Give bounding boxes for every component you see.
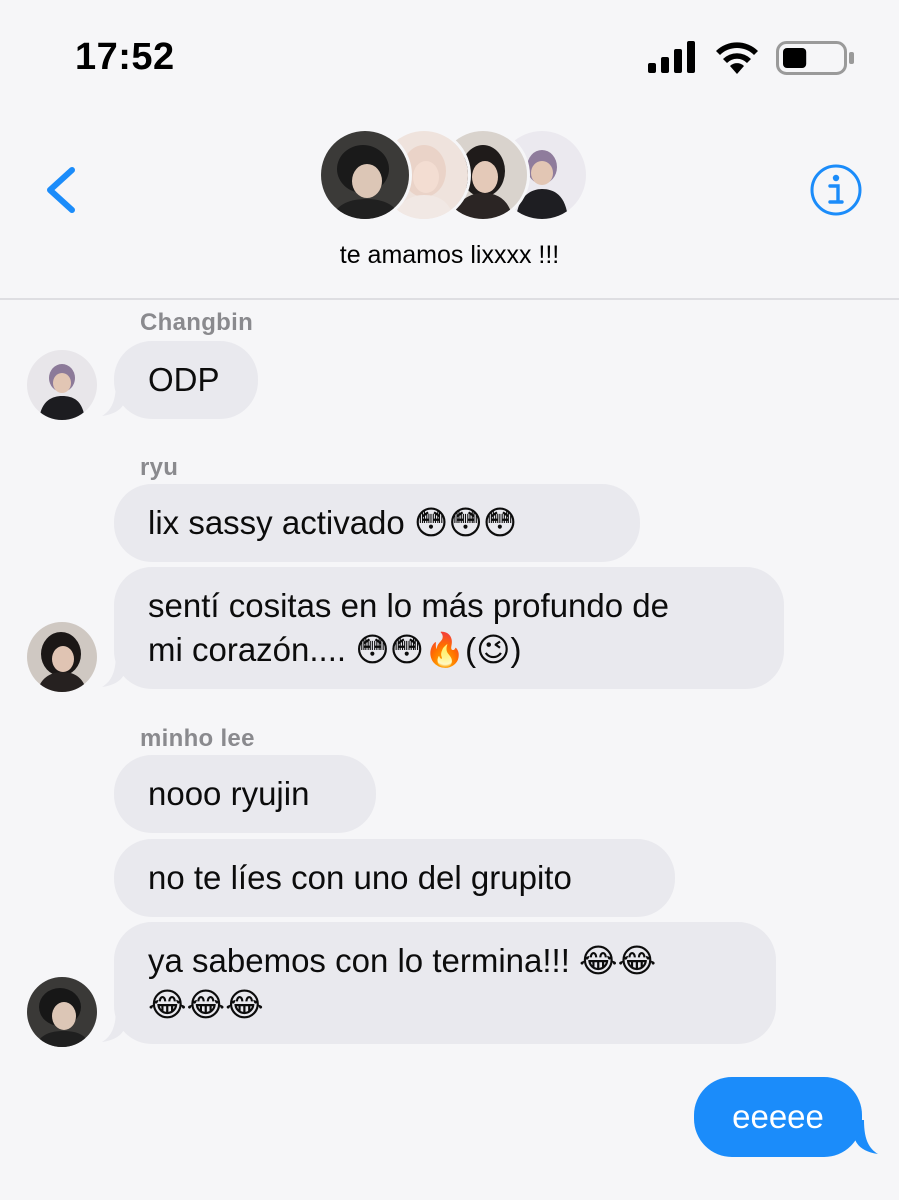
message-text: ODP xyxy=(148,361,220,398)
message-bubble-outgoing[interactable]: eeeee xyxy=(694,1077,862,1157)
sender-name-minho-lee: minho lee xyxy=(140,725,255,752)
group-avatar-1 xyxy=(318,128,412,222)
message-text: eeeee xyxy=(732,1098,824,1135)
message-bubble[interactable]: ya sabemos con lo termina!!! 😂😂 😂😂😂 xyxy=(114,922,776,1044)
group-avatars[interactable] xyxy=(318,128,589,222)
avatar-changbin[interactable] xyxy=(27,350,97,420)
message-text-line-1: ya sabemos con lo termina!!! 😂😂 xyxy=(148,942,657,979)
avatar-minho-lee[interactable] xyxy=(27,977,97,1047)
message-text: lix sassy activado 😳😳😳 xyxy=(148,504,518,541)
message-bubble[interactable]: nooo ryujin xyxy=(114,755,376,833)
group-name[interactable]: te amamos lixxxx !!! xyxy=(0,241,899,270)
sender-name-ryu: ryu xyxy=(140,454,179,481)
message-bubble[interactable]: lix sassy activado 😳😳😳 xyxy=(114,484,640,562)
message-text-line-2: mi corazón.... 😳😳🔥(😉) xyxy=(148,631,522,668)
battery-icon xyxy=(776,41,854,75)
message-text: nooo ryujin xyxy=(148,775,310,812)
avatar-ryu[interactable] xyxy=(27,622,97,692)
status-bar: 17:52 xyxy=(0,0,899,110)
message-bubble[interactable]: no te líes con uno del grupito xyxy=(114,839,675,917)
message-text-line-1: sentí cositas en lo más profundo de xyxy=(148,587,669,624)
status-time: 17:52 xyxy=(75,36,175,78)
wifi-icon xyxy=(716,42,758,74)
sender-name-changbin: Changbin xyxy=(140,309,254,336)
chevron-left-icon[interactable] xyxy=(38,162,88,218)
cellular-signal-icon xyxy=(648,41,695,73)
info-icon[interactable] xyxy=(808,162,864,218)
message-bubble[interactable]: sentí cositas en lo más profundo de mi c… xyxy=(114,567,784,689)
conversation-header: te amamos lixxxx !!! xyxy=(0,110,899,300)
message-bubble[interactable]: ODP xyxy=(114,341,258,419)
message-text: no te líes con uno del grupito xyxy=(148,859,572,896)
message-text-line-2: 😂😂😂 xyxy=(148,986,264,1023)
